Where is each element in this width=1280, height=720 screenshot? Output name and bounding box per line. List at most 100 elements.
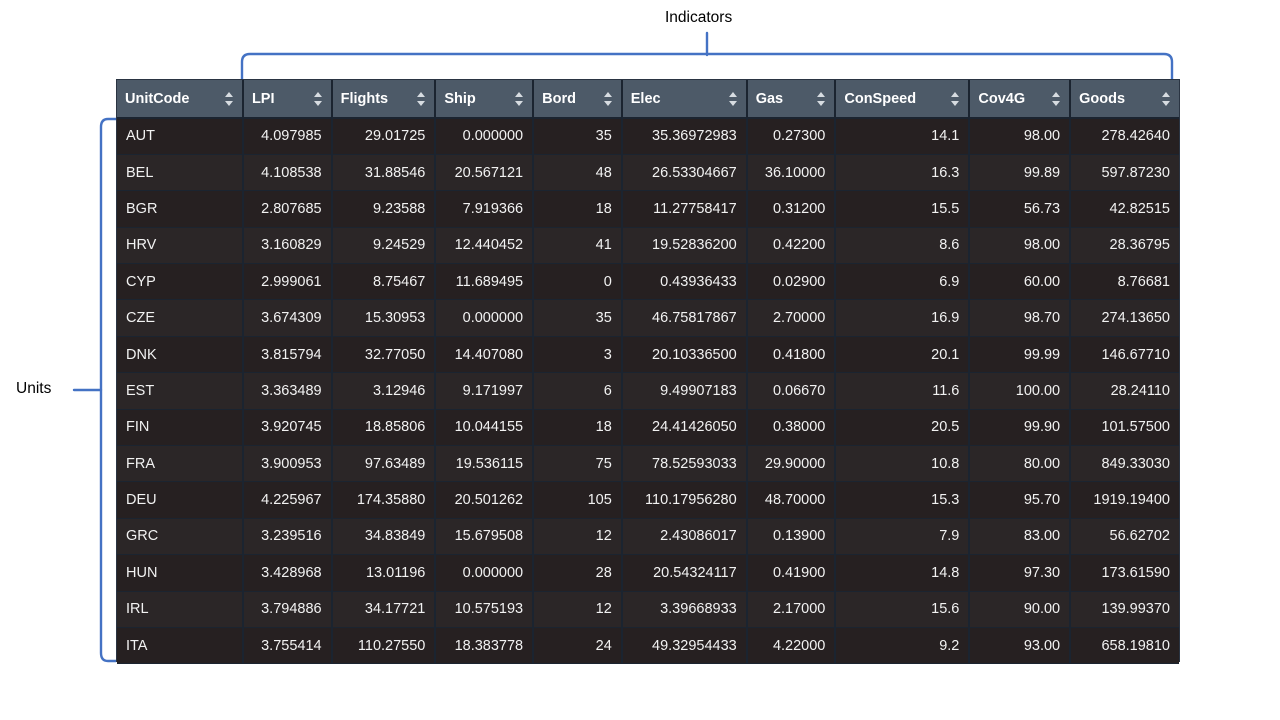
column-header-lpi[interactable]: LPI <box>242 80 333 119</box>
sort-updown-icon[interactable] <box>603 91 613 107</box>
column-header-unitcode[interactable]: UnitCode <box>117 80 244 119</box>
cell-conspeed[interactable]: 16.9 <box>835 299 971 337</box>
cell-gas[interactable]: 0.06670 <box>746 372 837 410</box>
cell-conspeed[interactable]: 15.6 <box>835 591 971 628</box>
table-row[interactable]: BGR 2.807685 9.23588 7.919366 18 11.27758417 0… <box>117 190 1179 228</box>
cell-goods[interactable]: 42.82515 <box>1070 190 1179 228</box>
cell-cov4g[interactable]: 99.90 <box>969 409 1072 447</box>
sort-updown-icon[interactable] <box>515 91 524 107</box>
cell-flights[interactable]: 8.75467 <box>331 263 437 301</box>
cell-goods[interactable]: 274.13650 <box>1070 299 1179 337</box>
cell-ship[interactable]: 18.383778 <box>435 627 535 665</box>
cell-ship[interactable]: 14.407080 <box>435 336 535 374</box>
table-row[interactable]: CYP 2.999061 8.75467 11.689495 0 0.43936433 0.… <box>117 263 1179 301</box>
table-row[interactable]: IRL 3.794886 34.17721 10.575193 12 3.39668933… <box>117 591 1179 628</box>
cell-elec[interactable]: 24.41426050 <box>621 409 748 447</box>
cell-flights[interactable]: 32.77050 <box>331 336 437 374</box>
cell-cov4g[interactable]: 90.00 <box>969 591 1072 628</box>
cell-elec[interactable]: 3.39668933 <box>621 591 748 628</box>
cell-conspeed[interactable]: 15.3 <box>835 481 971 519</box>
cell-goods[interactable]: 1919.19400 <box>1070 481 1179 519</box>
cell-flights[interactable]: 29.01725 <box>331 118 437 155</box>
cell-gas[interactable]: 29.90000 <box>746 445 837 483</box>
cell-ship[interactable]: 9.171997 <box>435 372 535 410</box>
sort-updown-icon[interactable] <box>313 91 323 107</box>
table-row[interactable]: AUT 4.097985 29.01725 0.000000 35 35.36972983… <box>117 118 1179 155</box>
cell-gas[interactable]: 36.10000 <box>746 154 837 192</box>
cell-gas[interactable]: 0.41900 <box>746 554 837 592</box>
cell-conspeed[interactable]: 15.5 <box>835 190 971 228</box>
sort-updown-icon[interactable] <box>224 91 234 107</box>
cell-conspeed[interactable]: 9.2 <box>835 627 971 665</box>
cell-gas[interactable]: 48.70000 <box>746 481 837 519</box>
cell-unitcode[interactable]: HRV <box>117 227 244 265</box>
cell-lpi[interactable]: 3.428968 <box>242 554 333 592</box>
sort-updown-icon[interactable] <box>1162 91 1171 107</box>
sort-updown-icon[interactable] <box>951 91 960 107</box>
cell-bord[interactable]: 75 <box>533 445 623 483</box>
cell-lpi[interactable]: 2.999061 <box>242 263 333 301</box>
cell-unitcode[interactable]: FRA <box>117 445 244 483</box>
cell-lpi[interactable]: 3.920745 <box>242 409 333 447</box>
cell-unitcode[interactable]: CYP <box>117 263 244 301</box>
table-row[interactable]: DEU 4.225967 174.35880 20.501262 105 110.1795… <box>117 481 1179 519</box>
cell-elec[interactable]: 9.49907183 <box>621 372 748 410</box>
cell-gas[interactable]: 0.02900 <box>746 263 837 301</box>
cell-bord[interactable]: 48 <box>533 154 623 192</box>
cell-conspeed[interactable]: 20.1 <box>835 336 971 374</box>
table-row[interactable]: HUN 3.428968 13.01196 0.000000 28 20.54324117… <box>117 554 1179 592</box>
cell-goods[interactable]: 146.67710 <box>1070 336 1179 374</box>
cell-lpi[interactable]: 3.755414 <box>242 627 333 665</box>
cell-cov4g[interactable]: 97.30 <box>969 554 1072 592</box>
cell-conspeed[interactable]: 10.8 <box>835 445 971 483</box>
cell-cov4g[interactable]: 98.70 <box>969 299 1072 337</box>
cell-unitcode[interactable]: ITA <box>117 627 244 665</box>
cell-unitcode[interactable]: DNK <box>117 336 244 374</box>
cell-bord[interactable]: 6 <box>533 372 623 410</box>
column-header-flights[interactable]: Flights <box>331 80 437 119</box>
cell-flights[interactable]: 97.63489 <box>331 445 437 483</box>
cell-ship[interactable]: 11.689495 <box>435 263 535 301</box>
cell-bord[interactable]: 28 <box>533 554 623 592</box>
cell-gas[interactable]: 4.22000 <box>746 627 837 665</box>
cell-goods[interactable]: 101.57500 <box>1070 409 1179 447</box>
cell-goods[interactable]: 28.36795 <box>1070 227 1179 265</box>
cell-ship[interactable]: 15.679508 <box>435 518 535 556</box>
cell-lpi[interactable]: 3.900953 <box>242 445 333 483</box>
cell-elec[interactable]: 20.54324117 <box>621 554 748 592</box>
cell-elec[interactable]: 78.52593033 <box>621 445 748 483</box>
cell-elec[interactable]: 2.43086017 <box>621 518 748 556</box>
cell-bord[interactable]: 105 <box>533 481 623 519</box>
table-row[interactable]: FRA 3.900953 97.63489 19.536115 75 78.5259303… <box>117 445 1179 483</box>
cell-elec[interactable]: 46.75817867 <box>621 299 748 337</box>
cell-flights[interactable]: 9.23588 <box>331 190 437 228</box>
cell-ship[interactable]: 0.000000 <box>435 554 535 592</box>
column-header-goods[interactable]: Goods <box>1070 80 1179 119</box>
cell-goods[interactable]: 28.24110 <box>1070 372 1179 410</box>
cell-conspeed[interactable]: 7.9 <box>835 518 971 556</box>
sort-updown-icon[interactable] <box>728 91 738 107</box>
cell-elec[interactable]: 26.53304667 <box>621 154 748 192</box>
cell-unitcode[interactable]: DEU <box>117 481 244 519</box>
cell-ship[interactable]: 19.536115 <box>435 445 535 483</box>
cell-flights[interactable]: 13.01196 <box>331 554 437 592</box>
cell-goods[interactable]: 658.19810 <box>1070 627 1179 665</box>
column-header-elec[interactable]: Elec <box>621 80 748 119</box>
cell-ship[interactable]: 20.501262 <box>435 481 535 519</box>
table-row[interactable]: GRC 3.239516 34.83849 15.679508 12 2.43086017… <box>117 518 1179 556</box>
cell-unitcode[interactable]: FIN <box>117 409 244 447</box>
cell-conspeed[interactable]: 14.1 <box>835 118 971 155</box>
cell-bord[interactable]: 0 <box>533 263 623 301</box>
cell-unitcode[interactable]: IRL <box>117 591 244 628</box>
cell-unitcode[interactable]: GRC <box>117 518 244 556</box>
cell-unitcode[interactable]: AUT <box>117 118 244 155</box>
cell-gas[interactable]: 0.27300 <box>746 118 837 155</box>
cell-lpi[interactable]: 3.239516 <box>242 518 333 556</box>
cell-ship[interactable]: 12.440452 <box>435 227 535 265</box>
cell-elec[interactable]: 11.27758417 <box>621 190 748 228</box>
cell-unitcode[interactable]: CZE <box>117 299 244 337</box>
table-row[interactable]: FIN 3.920745 18.85806 10.044155 18 24.4142605… <box>117 409 1179 447</box>
cell-ship[interactable]: 10.575193 <box>435 591 535 628</box>
cell-cov4g[interactable]: 60.00 <box>969 263 1072 301</box>
cell-gas[interactable]: 0.38000 <box>746 409 837 447</box>
